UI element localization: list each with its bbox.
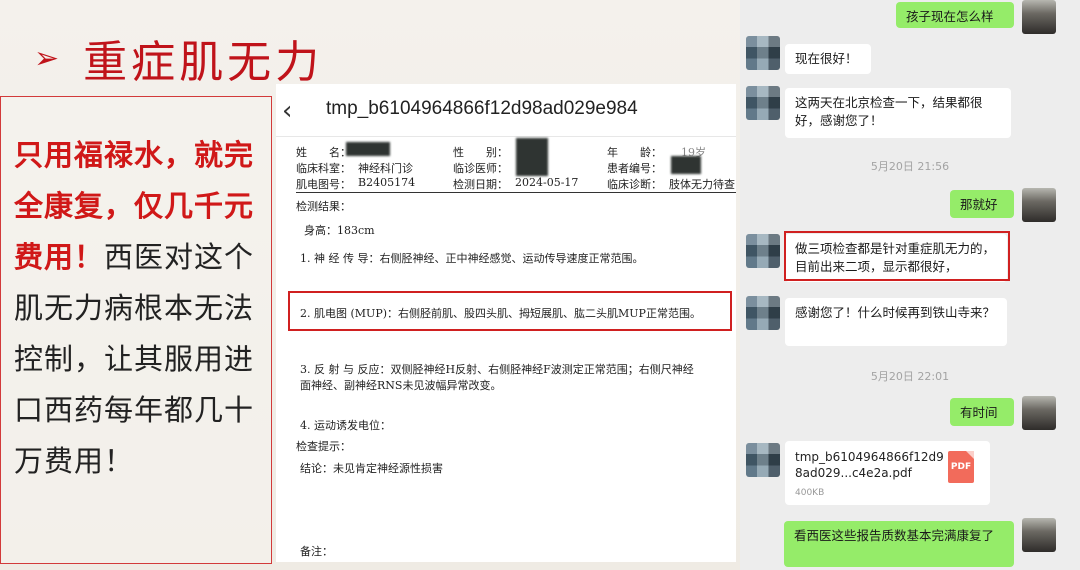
message-out-bubble[interactable]: 看西医这些报告质数基本完满康复了 xyxy=(784,521,1014,567)
redacted-patient-no xyxy=(671,156,701,174)
message-out-bubble[interactable]: 那就好 xyxy=(950,190,1014,218)
conclusion-line: 结论：未见肯定神经源性损害 xyxy=(300,462,443,475)
result-item-3a: 3. 反 射 与 反应：双侧胫神经H反射、右侧胫神经F波测定正常范围；右侧尺神经 xyxy=(300,363,694,376)
header-divider xyxy=(296,192,736,193)
file-name: tmp_b6104964866f12d98ad029...c4e2a.pdf xyxy=(795,450,944,480)
slide-title-text: 重症肌无力 xyxy=(83,37,324,88)
gender-label: 性 别： xyxy=(453,146,508,159)
document-header: ‹ tmp_b6104964866f12d98ad029e984 xyxy=(276,84,736,137)
contact-avatar[interactable] xyxy=(746,234,780,268)
patient-no-label: 患者编号： xyxy=(607,162,662,175)
date-value: 2024-05-17 xyxy=(515,176,579,189)
pdf-document-view[interactable]: ‹ tmp_b6104964866f12d98ad029e984 姓 名： 性 … xyxy=(276,84,736,562)
doctor-label: 临诊医师： xyxy=(453,162,508,175)
message-in-bubble[interactable]: 感谢您了！什么时候再到铁山寺来？ xyxy=(785,298,1007,346)
result-item-2: 2. 肌电图 (MUP)：右侧胫前肌、股四头肌、拇短展肌、肱二头肌MUP正常范围… xyxy=(300,307,701,320)
my-avatar[interactable] xyxy=(1022,518,1056,552)
remark-label: 备注： xyxy=(300,545,333,558)
left-text: 只用福禄水，就完全康复，仅几千元费用！西医对这个肌无力病根本无法控制，让其服用进… xyxy=(14,130,264,487)
contact-avatar[interactable] xyxy=(746,86,780,120)
arrow-bullet-icon: ➢ xyxy=(34,40,60,76)
contact-avatar[interactable] xyxy=(746,36,780,70)
document-title: tmp_b6104964866f12d98ad029e984 xyxy=(326,98,638,119)
chevron-left-icon[interactable]: ‹ xyxy=(282,96,292,126)
dept-label: 临床科室： xyxy=(296,162,351,175)
message-out-bubble[interactable]: 有时间 xyxy=(950,398,1014,426)
redacted-name xyxy=(346,142,390,156)
result-item-4: 4. 运动诱发电位： xyxy=(300,419,391,432)
date-label: 检测日期： xyxy=(453,178,508,191)
age-label: 年 龄： xyxy=(607,146,662,159)
pdf-file-message[interactable]: tmp_b6104964866f12d98ad029...c4e2a.pdf 4… xyxy=(785,441,990,505)
height-line: 身高：183cm xyxy=(304,224,375,237)
results-label: 检测结果： xyxy=(296,200,351,213)
emg-no-label: 肌电图号： xyxy=(296,178,351,191)
my-avatar[interactable] xyxy=(1022,396,1056,430)
slide-title: ➢ 重症肌无力 xyxy=(34,28,323,88)
timestamp: 5月20日 21:56 xyxy=(870,160,950,173)
hint-label: 检查提示： xyxy=(296,440,351,453)
chat-panel[interactable]: 孩子现在怎么样 现在很好！ 这两天在北京检查一下，结果都很好，感谢您了！ 5月2… xyxy=(740,0,1080,570)
redacted-gender-doctor xyxy=(516,138,548,176)
contact-avatar[interactable] xyxy=(746,443,780,477)
file-size: 400KB xyxy=(795,488,825,498)
result-item-3b: 面神经、副神经RNS未见波幅异常改变。 xyxy=(300,379,502,392)
emg-no-value: B2405174 xyxy=(358,176,416,189)
message-in-bubble[interactable]: 这两天在北京检查一下，结果都很好，感谢您了！ xyxy=(785,88,1011,138)
timestamp: 5月20日 22:01 xyxy=(870,370,950,383)
name-label: 姓 名： xyxy=(296,146,351,159)
message-out-bubble[interactable]: 孩子现在怎么样 xyxy=(896,2,1014,28)
diag-label: 临床诊断： xyxy=(607,178,662,191)
message-in-bubble[interactable]: 现在很好！ xyxy=(785,44,871,74)
contact-avatar[interactable] xyxy=(746,296,780,330)
message-highlight-box xyxy=(784,231,1010,281)
my-avatar[interactable] xyxy=(1022,188,1056,222)
my-avatar[interactable] xyxy=(1022,0,1056,34)
dept-value: 神经科门诊 xyxy=(358,162,413,175)
left-text-body: 西医对这个肌无力病根本无法控制，让其服用进口西药每年都几十万费用！ xyxy=(14,240,255,478)
pdf-file-icon: PDF xyxy=(948,451,974,483)
result-item-1: 1. 神 经 传 导：右侧胫神经、正中神经感觉、运动传导速度正常范围。 xyxy=(300,252,644,265)
meta-row-3: 肌电图号： B2405174 检测日期： 2024-05-17 临床诊断： 肢体… xyxy=(296,176,736,191)
diag-value: 肢体无力待查 xyxy=(669,178,735,191)
